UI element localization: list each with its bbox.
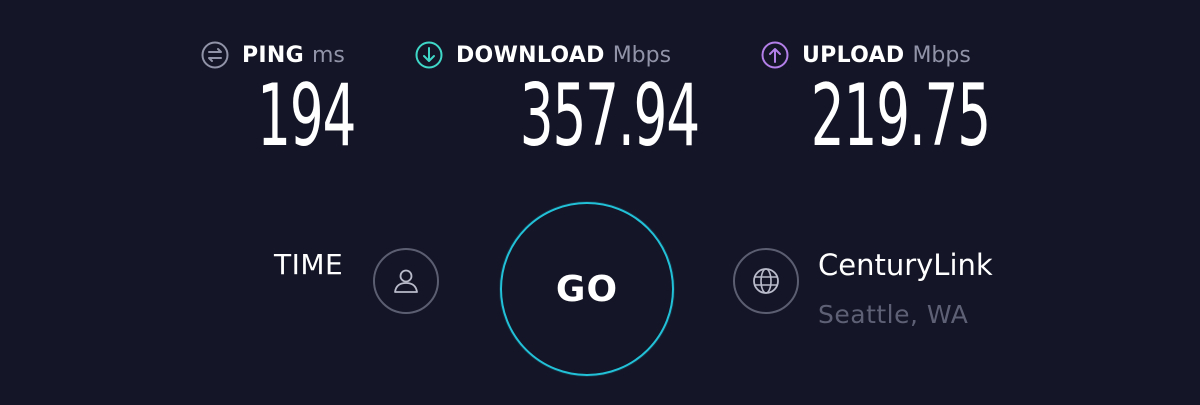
go-button[interactable]: GO bbox=[500, 202, 674, 376]
server-location: Seattle, WA bbox=[818, 300, 969, 329]
ping-icon bbox=[200, 40, 230, 70]
ping-value: 194 bbox=[256, 66, 356, 166]
ping-metric: PING ms 194 bbox=[200, 38, 356, 166]
globe-icon bbox=[753, 268, 779, 294]
download-label: DOWNLOAD bbox=[456, 42, 605, 68]
go-label: GO bbox=[555, 268, 619, 310]
download-metric: DOWNLOAD Mbps 357.94 bbox=[414, 38, 700, 166]
upload-metric: UPLOAD Mbps 219.75 bbox=[760, 38, 991, 166]
download-unit: Mbps bbox=[612, 42, 672, 68]
ping-unit: ms bbox=[311, 42, 345, 68]
time-label: TIME bbox=[274, 248, 344, 281]
isp-name[interactable]: CenturyLink bbox=[818, 248, 993, 282]
upload-value: 219.75 bbox=[810, 66, 991, 166]
ping-label: PING bbox=[242, 42, 304, 68]
download-arrow-icon bbox=[414, 40, 444, 70]
upload-arrow-icon bbox=[760, 40, 790, 70]
server-button[interactable] bbox=[733, 248, 799, 314]
user-button[interactable] bbox=[373, 248, 439, 314]
upload-label: UPLOAD bbox=[802, 42, 905, 68]
upload-unit: Mbps bbox=[912, 42, 971, 68]
download-value: 357.94 bbox=[519, 66, 700, 166]
user-icon bbox=[394, 269, 418, 293]
